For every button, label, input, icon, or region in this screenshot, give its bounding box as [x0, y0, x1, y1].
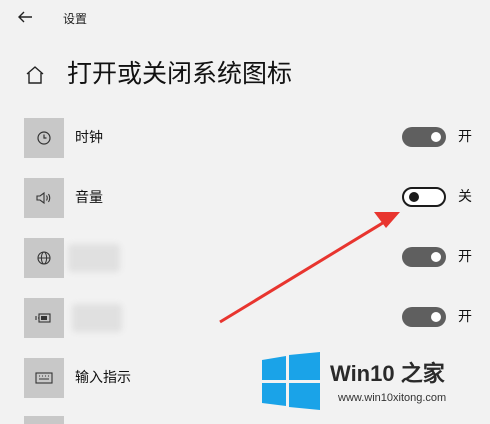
setting-label-clock: 时钟: [75, 130, 103, 146]
toggle-network[interactable]: [402, 247, 446, 267]
toggle-knob: [431, 132, 441, 142]
setting-label-volume: 音量: [75, 190, 103, 206]
app-title: 设置: [63, 12, 88, 26]
back-arrow-icon: [18, 11, 32, 23]
setting-row-network: 开: [0, 238, 490, 278]
setting-label-input-indicator: 输入指示: [75, 370, 131, 386]
windows-logo-icon: [262, 352, 320, 410]
toggle-knob: [409, 192, 419, 202]
toggle-state-volume: 关: [458, 189, 472, 205]
toggle-state-clock: 开: [458, 129, 472, 145]
home-icon: [24, 64, 46, 86]
redacted-label: [72, 304, 122, 332]
keyboard-icon: [24, 358, 64, 398]
toggle-knob: [431, 312, 441, 322]
back-button[interactable]: [14, 8, 36, 26]
page-title: 打开或关闭系统图标: [67, 59, 293, 88]
setting-row-power: 开: [0, 298, 490, 338]
redacted-label: [68, 244, 120, 272]
toggle-power[interactable]: [402, 307, 446, 327]
battery-icon: [24, 298, 64, 338]
toggle-state-power: 开: [458, 309, 472, 325]
toggle-volume[interactable]: [402, 187, 446, 207]
watermark-url: www.win10xitong.com: [338, 392, 447, 404]
toggle-state-network: 开: [458, 249, 472, 265]
speaker-icon: [24, 178, 64, 218]
watermark-brand: Win10 之家: [330, 361, 445, 386]
setting-row-volume: 音量 关: [0, 178, 490, 218]
globe-icon: [24, 238, 64, 278]
clock-icon: [24, 118, 64, 158]
toggle-clock[interactable]: [402, 127, 446, 147]
next-row-tile: [24, 416, 64, 424]
setting-row-clock: 时钟 开: [0, 118, 490, 158]
toggle-knob: [431, 252, 441, 262]
